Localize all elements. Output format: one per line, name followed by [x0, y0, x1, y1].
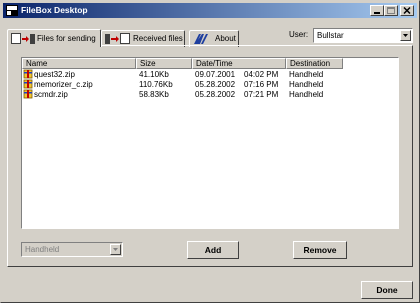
close-button[interactable]	[400, 5, 414, 16]
tab-label: About	[215, 34, 236, 43]
minimize-button[interactable]	[370, 5, 384, 16]
files-list[interactable]: Name Size Date/Time Destination quest32.…	[21, 57, 399, 229]
column-header-destination[interactable]: Destination	[286, 58, 343, 69]
user-select[interactable]: Bullstar	[313, 28, 413, 43]
tab-label: Files for sending	[37, 34, 96, 43]
row-size: 58.83Kb	[139, 90, 169, 99]
row-time: 04:02 PM	[244, 70, 279, 79]
row-name: quest32.zip	[34, 70, 75, 79]
maximize-icon	[387, 7, 395, 14]
user-label: User:	[289, 30, 309, 39]
row-date: 05.28.2002	[195, 80, 236, 89]
done-button[interactable]: Done	[361, 281, 413, 299]
column-header-name[interactable]: Name	[22, 58, 136, 69]
tab-label: Received files	[133, 34, 183, 43]
user-select-dropdown-button[interactable]	[400, 30, 411, 41]
title-bar[interactable]: FileBox Desktop	[3, 3, 417, 18]
destination-select-dropdown-button[interactable]	[110, 244, 121, 255]
row-date: 09.07.2001	[195, 70, 236, 79]
tab-files-for-sending[interactable]: Files for sending	[7, 29, 101, 47]
destination-select[interactable]: Handheld	[21, 242, 123, 257]
row-size: 41.10Kb	[139, 70, 169, 79]
row-name: memorizer_c.zip	[34, 80, 93, 89]
app-icon	[6, 5, 18, 16]
close-icon	[403, 6, 411, 15]
column-header-date-time[interactable]: Date/Time	[192, 58, 286, 69]
chevron-down-icon	[403, 34, 408, 37]
zip-file-icon	[23, 79, 33, 89]
row-destination: Handheld	[289, 90, 324, 99]
minimize-icon	[374, 12, 380, 14]
row-time: 07:16 PM	[244, 80, 279, 89]
row-destination: Handheld	[289, 70, 324, 79]
chevron-down-icon	[113, 248, 118, 251]
maximize-button[interactable]	[384, 5, 398, 16]
zip-file-icon	[23, 89, 33, 99]
about-logo-icon	[194, 34, 208, 44]
window-title: FileBox Desktop	[21, 5, 88, 15]
add-button[interactable]: Add	[187, 241, 239, 259]
zip-file-icon	[23, 69, 33, 79]
row-date: 05.28.2002	[195, 90, 236, 99]
destination-select-value: Handheld	[25, 245, 60, 254]
user-select-value: Bullstar	[317, 31, 344, 40]
column-header-size[interactable]: Size	[136, 58, 192, 69]
send-files-icon	[11, 33, 35, 44]
remove-button[interactable]: Remove	[293, 241, 347, 259]
row-size: 110.76Kb	[139, 80, 173, 89]
row-destination: Handheld	[289, 80, 324, 89]
app-window: FileBox Desktop Files for sending Receiv…	[0, 0, 420, 303]
row-time: 07:21 PM	[244, 90, 279, 99]
row-name: scmdr.zip	[34, 90, 68, 99]
receive-files-icon	[105, 33, 130, 44]
